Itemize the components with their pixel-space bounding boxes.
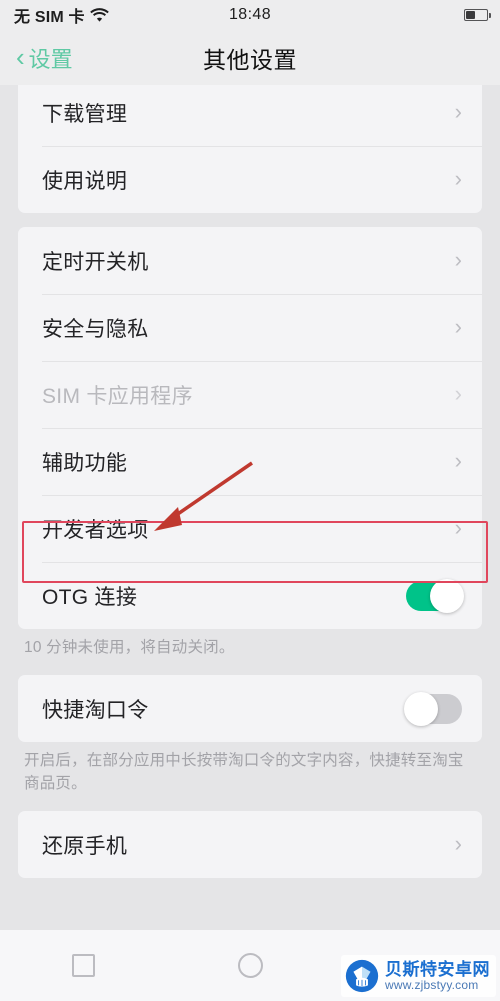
- settings-group-group-system: 定时开关机 › 安全与隐私 › SIM 卡应用程序 › 辅助功能 › 开发者选项 › OTG 连接: [18, 227, 482, 629]
- gem-logo-icon: [345, 959, 379, 993]
- settings-row-label: 辅助功能: [42, 451, 128, 475]
- chevron-left-icon: ‹: [16, 41, 25, 72]
- chevron-right-icon: ›: [454, 830, 462, 856]
- settings-group-group-taobao: 快捷淘口令: [18, 675, 482, 743]
- settings-row[interactable]: 下载管理 ›: [18, 85, 482, 146]
- watermark-url: www.zjbstyy.com: [385, 977, 479, 992]
- settings-row-label: 还原手机: [42, 834, 128, 858]
- settings-row[interactable]: OTG 连接: [18, 562, 482, 629]
- chevron-right-icon: ›: [454, 165, 462, 191]
- circle-home-icon: [237, 953, 263, 978]
- nav-bar: ‹ 设置 其他设置: [0, 30, 500, 85]
- settings-row-label: 使用说明: [42, 169, 128, 193]
- back-button[interactable]: ‹ 设置: [16, 42, 73, 74]
- toggle-knob: [404, 691, 438, 726]
- toggle-switch[interactable]: [404, 691, 462, 726]
- nav-key-home[interactable]: [167, 953, 334, 978]
- group-footnote: 开启后，在部分应用中长按带淘口令的文字内容，快捷转至淘宝商品页。: [24, 752, 464, 792]
- status-bar-left: 无 SIM 卡: [14, 3, 109, 27]
- wifi-icon: [89, 8, 109, 22]
- settings-row-label: 定时开关机: [42, 250, 149, 274]
- chevron-right-icon: ›: [454, 313, 462, 339]
- status-bar: 无 SIM 卡 18:48: [0, 0, 500, 30]
- chevron-right-icon: ›: [454, 246, 462, 272]
- settings-row-label: 安全与隐私: [42, 317, 149, 341]
- chevron-right-icon: ›: [454, 514, 462, 540]
- settings-row[interactable]: 定时开关机 ›: [18, 227, 482, 294]
- page-title: 其他设置: [203, 46, 297, 73]
- settings-group-group-reset: 还原手机 ›: [18, 811, 482, 879]
- settings-row-label: 下载管理: [42, 102, 128, 126]
- settings-row: SIM 卡应用程序 ›: [18, 361, 482, 428]
- toggle-switch[interactable]: [406, 578, 464, 613]
- settings-row[interactable]: 辅助功能 ›: [18, 428, 482, 495]
- back-button-label: 设置: [28, 46, 73, 72]
- chevron-right-icon: ›: [454, 380, 462, 406]
- watermark-title: 贝斯特安卓网: [385, 959, 490, 979]
- battery-icon: [464, 9, 491, 21]
- toggle-knob: [430, 578, 464, 613]
- settings-list[interactable]: 下载管理 › 使用说明 › 定时开关机 › 安全与隐私 › SIM 卡应用程序 › 辅助功能 › 开发者…: [0, 85, 500, 930]
- carrier-label: 无 SIM 卡: [14, 9, 85, 26]
- settings-row[interactable]: 使用说明 ›: [18, 146, 482, 213]
- settings-row[interactable]: 开发者选项 ›: [18, 495, 482, 562]
- group-footnote: 10 分钟未使用，将自动关闭。: [24, 639, 235, 656]
- chevron-right-icon: ›: [454, 447, 462, 473]
- site-watermark: 贝斯特安卓网 www.zjbstyy.com: [341, 955, 496, 997]
- settings-row[interactable]: 快捷淘口令: [18, 675, 482, 742]
- settings-row-label: SIM 卡应用程序: [42, 384, 193, 408]
- settings-row-label: OTG 连接: [42, 585, 138, 609]
- settings-row-label: 开发者选项: [42, 518, 149, 542]
- status-bar-right: [464, 9, 491, 21]
- nav-key-recents[interactable]: [0, 954, 167, 977]
- settings-row[interactable]: 还原手机 ›: [18, 811, 482, 878]
- settings-row-label: 快捷淘口令: [42, 698, 149, 722]
- settings-group-group-downloads: 下载管理 › 使用说明 ›: [18, 85, 482, 213]
- chevron-right-icon: ›: [454, 98, 462, 124]
- settings-row[interactable]: 安全与隐私 ›: [18, 294, 482, 361]
- square-recents-icon: [71, 954, 95, 977]
